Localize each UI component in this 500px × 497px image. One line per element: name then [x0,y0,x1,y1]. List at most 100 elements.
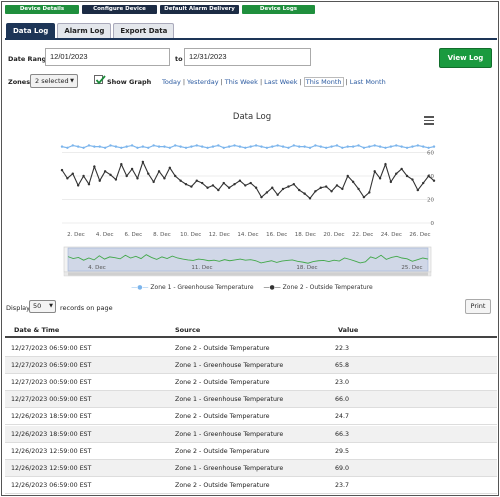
navigator-tick-label: 25. Dec [401,265,422,271]
data-point [405,174,409,178]
data-point [98,179,101,182]
x-tick-label: 8. Dec [153,232,171,238]
data-point [384,163,387,166]
legend-zone-1[interactable]: —●— Zone 1 - Greenhouse Temperature [131,284,253,291]
data-point [71,144,74,147]
table-header: Date & Time Source Value [5,322,497,338]
data-point [324,185,328,188]
data-point [217,188,220,192]
col-value[interactable]: Value [338,326,358,334]
data-point [395,172,398,175]
data-point [109,173,112,177]
legend-zone-2[interactable]: —●— Zone 2 - Outside Temperature [264,284,373,291]
page-size-value: 50 [33,302,42,310]
data-point [163,145,166,148]
data-point [227,186,231,189]
data-point [157,170,161,173]
data-point [411,178,414,181]
cell-date-time: 12/26/2023 12:59:00 EST [11,447,92,455]
data-point [147,172,150,175]
data-point [373,170,376,173]
cell-value: 65.8 [335,362,350,370]
data-point [416,188,420,192]
data-point [330,190,333,193]
data-point [98,145,101,148]
data-point [66,177,69,180]
data-point [184,183,188,186]
data-point [292,183,296,186]
page-size-select[interactable]: 50 ▼ [29,300,56,313]
data-point [432,179,436,182]
y-tick-label: 20 [427,198,434,204]
data-point [152,180,155,184]
data-point [120,163,123,166]
cell-source: Zone 2 - Outside Temperature [175,447,270,455]
x-tick-label: 24. Dec [381,232,402,238]
data-point [136,177,139,180]
table-row: 12/26/2023 12:59:00 EST Zone 1 - Greenhou… [5,459,497,477]
cell-value: 22.3 [335,345,350,352]
cell-source: Zone 2 - Outside Temperature [175,379,270,387]
col-date-time[interactable]: Date & Time [14,326,59,334]
data-point [351,145,355,148]
cell-source: Zone 1 - Greenhouse Temperature [175,362,284,370]
navigator-tick-label: 4. Dec [88,265,106,271]
table-row: 12/27/2023 00:59:00 EST Zone 1 - Greenhou… [5,391,497,409]
data-point [276,193,279,196]
col-source[interactable]: Source [175,326,200,334]
data-point [357,144,360,147]
data-point [190,145,193,148]
data-point [400,167,403,171]
navigator-scrollbar-thumb [68,272,428,276]
cell-date-time: 12/26/2023 06:59:00 EST [11,481,92,489]
series-line-1 [61,144,435,149]
data-point [217,144,220,147]
y-tick-label: 0 [431,221,435,227]
data-point [254,144,258,147]
x-tick-label: 14. Dec [237,232,258,238]
data-point [227,145,231,148]
data-point [405,146,409,149]
data-point [238,145,242,148]
data-point [346,174,349,178]
data-point [147,146,150,149]
data-point [174,174,177,178]
data-point [93,145,96,148]
data-point [287,185,290,188]
cell-value: 23.0 [335,379,350,387]
data-point [357,187,360,191]
cell-value: 69.0 [335,464,350,472]
data-point [222,181,225,185]
data-point [378,177,382,180]
cell-date-time: 12/26/2023 18:59:00 EST [11,430,92,438]
data-point [416,144,420,147]
data-point [184,146,188,149]
data-point [422,145,425,148]
data-point [335,184,339,187]
data-point [335,144,339,147]
data-point [281,145,285,148]
data-point [60,168,64,172]
data-point [389,145,393,148]
data-point [109,144,112,147]
display-label: Display [6,304,30,312]
data-point [281,187,285,191]
table-row: 12/26/2023 18:59:00 EST Zone 2 - Outside … [5,408,497,426]
data-point [157,145,161,148]
navigator-tick-label: 11. Dec [191,265,212,271]
data-point [324,146,328,149]
data-point [76,184,80,187]
print-button[interactable]: Print [465,299,491,314]
cell-date-time: 12/26/2023 18:59:00 EST [11,413,92,421]
data-point [103,146,107,149]
data-point [152,144,155,147]
data-point [384,146,387,149]
cell-value: 66.3 [335,430,350,438]
data-point [71,172,74,175]
data-point [206,186,209,189]
data-point [314,190,317,193]
data-point [319,145,322,148]
data-point [168,146,172,149]
data-point [395,144,398,147]
data-point [271,186,274,189]
